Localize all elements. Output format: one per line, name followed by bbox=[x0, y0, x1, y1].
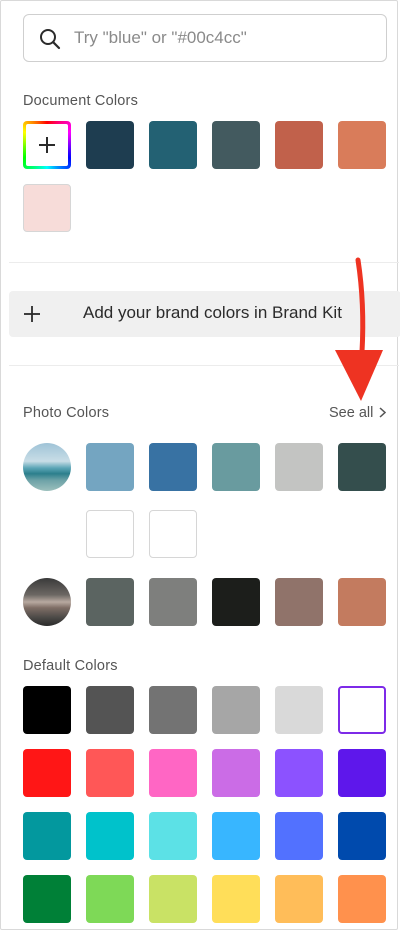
photo-thumbnail[interactable] bbox=[23, 443, 71, 491]
color-swatch[interactable] bbox=[86, 749, 134, 797]
color-swatch[interactable] bbox=[212, 443, 260, 491]
color-swatch[interactable] bbox=[275, 812, 323, 860]
divider bbox=[9, 262, 399, 263]
color-swatch[interactable] bbox=[86, 578, 134, 626]
color-swatch[interactable] bbox=[86, 510, 134, 558]
divider bbox=[9, 365, 399, 366]
color-swatch[interactable] bbox=[338, 686, 386, 734]
plus-icon bbox=[24, 306, 40, 322]
color-swatch[interactable] bbox=[338, 578, 386, 626]
color-swatch[interactable] bbox=[212, 578, 260, 626]
color-swatch[interactable] bbox=[86, 121, 134, 169]
color-swatch[interactable] bbox=[149, 121, 197, 169]
color-swatch[interactable] bbox=[149, 510, 197, 558]
color-swatch[interactable] bbox=[23, 749, 71, 797]
brand-kit-button[interactable]: Add your brand colors in Brand Kit bbox=[9, 291, 400, 337]
add-color-button[interactable] bbox=[23, 121, 71, 169]
color-swatch[interactable] bbox=[275, 686, 323, 734]
color-swatch[interactable] bbox=[149, 812, 197, 860]
photo-colors-title: Photo Colors bbox=[23, 405, 110, 421]
see-all-label: See all bbox=[329, 405, 374, 421]
search-icon bbox=[40, 29, 61, 50]
document-colors-title: Document Colors bbox=[23, 93, 139, 109]
color-swatch[interactable] bbox=[275, 578, 323, 626]
chevron-right-icon bbox=[379, 407, 387, 418]
color-swatch[interactable] bbox=[338, 812, 386, 860]
color-swatch[interactable] bbox=[338, 875, 386, 923]
default-colors-title: Default Colors bbox=[23, 658, 118, 674]
color-swatch[interactable] bbox=[212, 121, 260, 169]
color-swatch[interactable] bbox=[86, 443, 134, 491]
color-swatch[interactable] bbox=[149, 443, 197, 491]
brand-kit-label: Add your brand colors in Brand Kit bbox=[83, 303, 342, 322]
color-swatch[interactable] bbox=[149, 686, 197, 734]
color-swatch[interactable] bbox=[338, 121, 386, 169]
color-swatch[interactable] bbox=[149, 578, 197, 626]
color-swatch[interactable] bbox=[275, 749, 323, 797]
see-all-link[interactable]: See all bbox=[329, 405, 387, 421]
color-swatch[interactable] bbox=[275, 443, 323, 491]
color-panel: Document Colors Add your brand colors in… bbox=[0, 0, 400, 930]
color-swatch[interactable] bbox=[212, 686, 260, 734]
color-swatch[interactable] bbox=[275, 121, 323, 169]
color-swatch[interactable] bbox=[23, 686, 71, 734]
color-swatch[interactable] bbox=[86, 686, 134, 734]
color-swatch[interactable] bbox=[23, 184, 71, 232]
color-swatch[interactable] bbox=[149, 749, 197, 797]
color-swatch[interactable] bbox=[212, 812, 260, 860]
color-swatch[interactable] bbox=[23, 875, 71, 923]
plus-icon bbox=[39, 137, 55, 153]
color-swatch[interactable] bbox=[86, 812, 134, 860]
search-input[interactable] bbox=[74, 15, 374, 61]
color-swatch[interactable] bbox=[275, 875, 323, 923]
color-swatch[interactable] bbox=[212, 875, 260, 923]
color-swatch[interactable] bbox=[86, 875, 134, 923]
search-box[interactable] bbox=[23, 14, 387, 62]
color-swatch[interactable] bbox=[338, 749, 386, 797]
color-swatch[interactable] bbox=[338, 443, 386, 491]
color-swatch[interactable] bbox=[212, 749, 260, 797]
photo-thumbnail[interactable] bbox=[23, 578, 71, 626]
color-swatch[interactable] bbox=[23, 812, 71, 860]
color-swatch[interactable] bbox=[149, 875, 197, 923]
